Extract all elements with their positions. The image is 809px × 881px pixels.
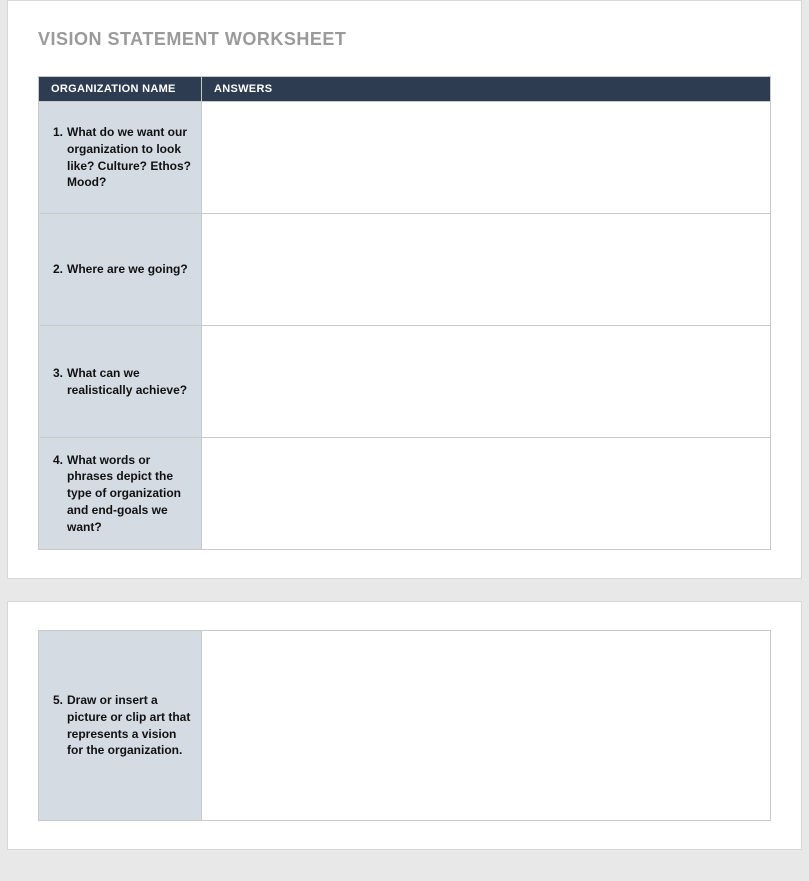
table-row: 4. What words or phrases depict the type… — [39, 438, 771, 550]
table-header-question: ORGANIZATION NAME — [39, 77, 202, 102]
table-row: 2. Where are we going? — [39, 214, 771, 326]
answer-cell[interactable] — [202, 631, 771, 821]
question-text: What can we realistically achieve? — [67, 365, 191, 399]
worksheet-table-1: ORGANIZATION NAME ANSWERS 1. What do we … — [38, 76, 771, 550]
question-cell: 4. What words or phrases depict the type… — [39, 438, 202, 550]
table-row: 5. Draw or insert a picture or clip art … — [39, 631, 771, 821]
worksheet-page-1: VISION STATEMENT WORKSHEET ORGANIZATION … — [7, 0, 802, 579]
question-cell: 5. Draw or insert a picture or clip art … — [39, 631, 202, 821]
question-text: What do we want our organization to look… — [67, 124, 191, 191]
answer-cell[interactable] — [202, 102, 771, 214]
question-number: 5. — [49, 692, 63, 709]
question-number: 3. — [49, 365, 63, 382]
question-cell: 1. What do we want our organization to l… — [39, 102, 202, 214]
question-text: What words or phrases depict the type of… — [67, 452, 191, 536]
question-cell: 3. What can we realistically achieve? — [39, 326, 202, 438]
question-number: 1. — [49, 124, 63, 141]
worksheet-title: VISION STATEMENT WORKSHEET — [38, 29, 771, 50]
answer-cell[interactable] — [202, 214, 771, 326]
question-text: Where are we going? — [67, 261, 191, 278]
question-text: Draw or insert a picture or clip art tha… — [67, 692, 191, 759]
question-number: 2. — [49, 261, 63, 278]
table-row: 1. What do we want our organization to l… — [39, 102, 771, 214]
question-cell: 2. Where are we going? — [39, 214, 202, 326]
table-row: 3. What can we realistically achieve? — [39, 326, 771, 438]
answer-cell[interactable] — [202, 326, 771, 438]
table-header-answer: ANSWERS — [202, 77, 771, 102]
question-number: 4. — [49, 452, 63, 469]
answer-cell[interactable] — [202, 438, 771, 550]
worksheet-table-2: 5. Draw or insert a picture or clip art … — [38, 630, 771, 821]
worksheet-page-2: 5. Draw or insert a picture or clip art … — [7, 601, 802, 850]
